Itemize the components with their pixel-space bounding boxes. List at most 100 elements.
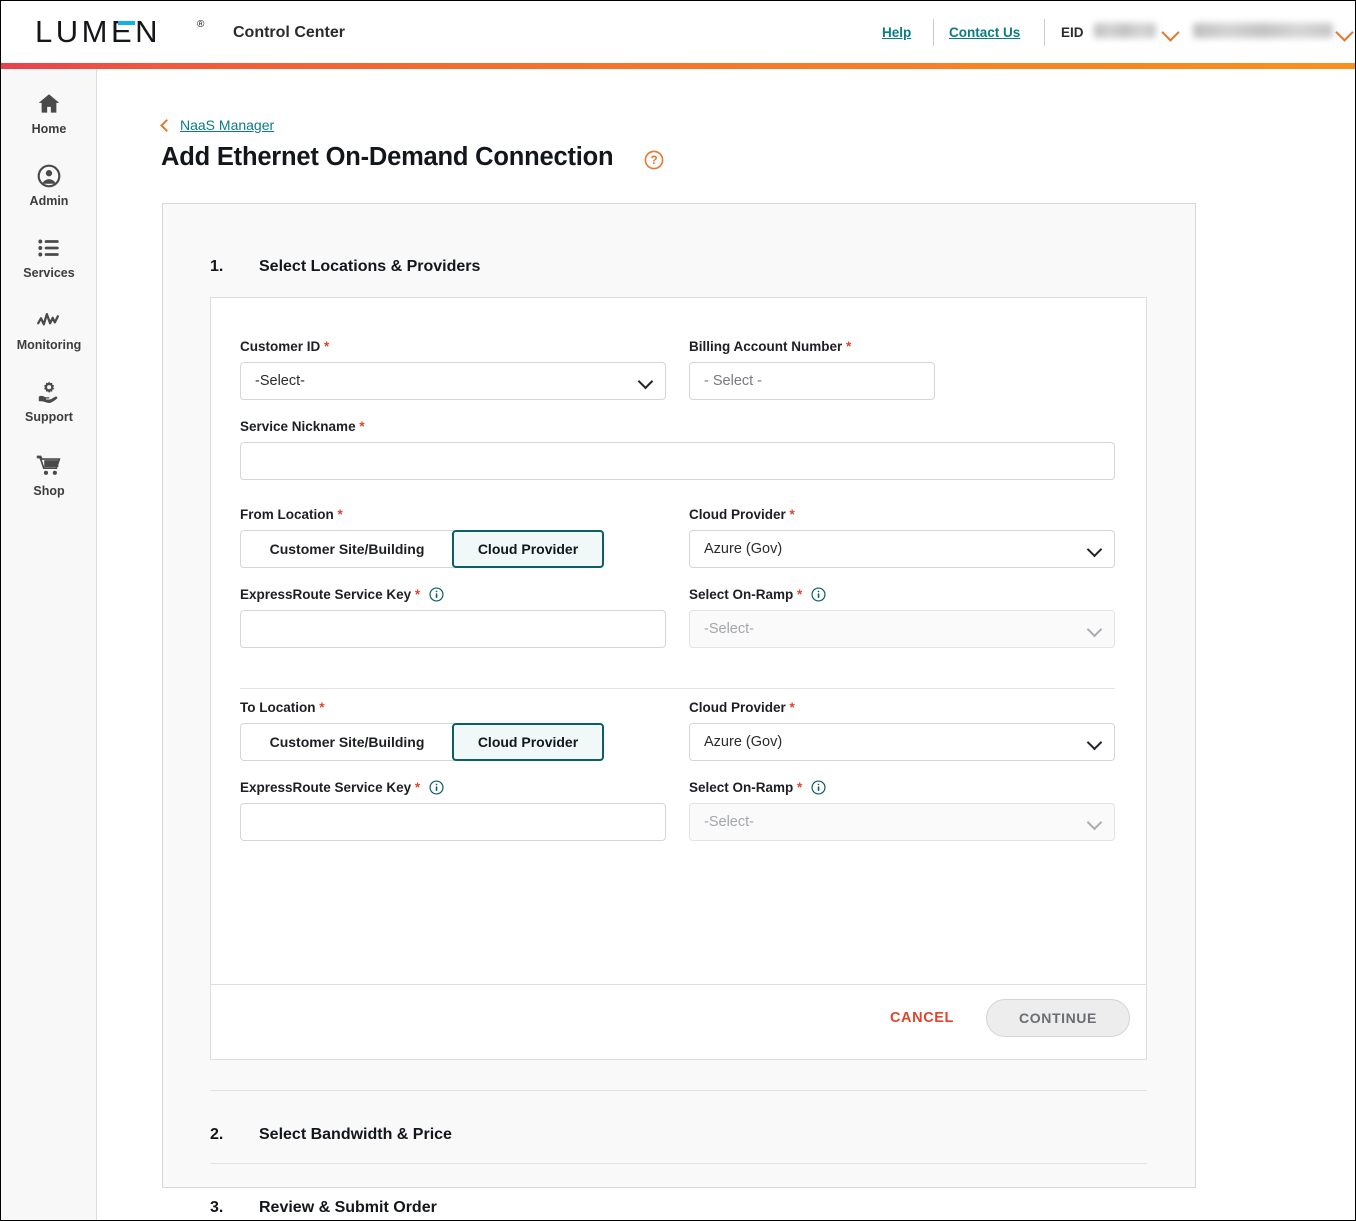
sidebar-item-label: Support [25, 410, 73, 424]
page-title: Add Ethernet On-Demand Connection [161, 143, 614, 171]
to-onramp-value: -Select- [704, 814, 754, 830]
contact-us-link[interactable]: Contact Us [949, 25, 1020, 40]
to-location-customer-site-option[interactable]: Customer Site/Building [240, 723, 454, 761]
info-circle-icon[interactable] [429, 780, 444, 795]
sidebar-nav: Home Admin Services Monitoring Support S… [1, 69, 97, 1220]
lumen-logo-text: LUMEN [35, 14, 162, 49]
chevron-left-icon [160, 118, 173, 132]
to-location-label: To Location * [240, 700, 325, 715]
from-cloud-provider-label: Cloud Provider * [689, 507, 795, 522]
to-service-key-label: ExpressRoute Service Key * [240, 780, 444, 795]
header-divider [1044, 19, 1045, 46]
activity-wave-icon [37, 313, 60, 326]
sidebar-item-label: Admin [29, 194, 69, 208]
from-onramp-select[interactable]: -Select- [689, 610, 1115, 648]
info-circle-icon[interactable] [429, 587, 444, 602]
sidebar-item-monitoring[interactable]: Monitoring [1, 307, 97, 352]
from-location-toggle-group: Customer Site/Building Cloud Provider [240, 530, 604, 568]
chevron-down-icon [1086, 734, 1103, 751]
from-service-key-label: ExpressRoute Service Key * [240, 587, 444, 602]
step-2-number: 2. [210, 1126, 224, 1143]
shopping-cart-icon [36, 455, 61, 475]
step-3-number: 3. [210, 1199, 224, 1216]
required-asterisk: * [797, 587, 803, 602]
step-2-title[interactable]: Select Bandwidth & Price [259, 1126, 452, 1144]
sidebar-item-label: Services [23, 266, 75, 280]
from-onramp-label: Select On-Ramp * [689, 587, 826, 602]
account-name-redacted [1193, 23, 1333, 38]
locations-providers-form: Customer ID * -Select- Billing Account N… [210, 297, 1147, 985]
required-asterisk: * [789, 507, 795, 522]
step-3-title[interactable]: Review & Submit Order [259, 1199, 437, 1217]
chevron-down-icon[interactable] [1335, 23, 1354, 42]
from-service-key-input[interactable] [240, 610, 666, 648]
step-1-number: 1. [210, 258, 224, 275]
from-location-label: From Location * [240, 507, 343, 522]
sidebar-item-services[interactable]: Services [1, 235, 97, 280]
service-nickname-label: Service Nickname * [240, 419, 365, 434]
form-action-bar: CANCEL CONTINUE [210, 985, 1147, 1060]
service-nickname-input[interactable] [240, 442, 1115, 480]
step-divider [210, 1090, 1147, 1091]
continue-button[interactable]: CONTINUE [986, 999, 1130, 1037]
customer-id-select[interactable]: -Select- [240, 362, 666, 400]
billing-account-label: Billing Account Number * [689, 339, 852, 354]
to-onramp-label: Select On-Ramp * [689, 780, 826, 795]
required-asterisk: * [414, 780, 421, 795]
sidebar-item-admin[interactable]: Admin [1, 163, 97, 208]
chevron-down-icon[interactable] [1161, 23, 1180, 42]
chevron-down-icon [1086, 541, 1103, 558]
chevron-down-icon [1086, 621, 1103, 638]
breadcrumb-label: NaaS Manager [180, 117, 275, 133]
eid-label: EID [1061, 25, 1084, 40]
required-asterisk: * [797, 780, 803, 795]
to-cloud-provider-select[interactable]: Azure (Gov) [689, 723, 1115, 761]
from-onramp-value: -Select- [704, 621, 754, 637]
to-cloud-provider-value: Azure (Gov) [704, 734, 783, 750]
sidebar-item-shop[interactable]: Shop [1, 453, 97, 498]
chevron-down-icon [637, 373, 654, 390]
lumen-logo-accent-bar [118, 21, 135, 25]
question-circle-icon[interactable]: ? [644, 150, 664, 170]
to-location-toggle-group: Customer Site/Building Cloud Provider [240, 723, 604, 761]
list-icon [38, 239, 59, 257]
required-asterisk: * [846, 339, 852, 354]
from-location-customer-site-option[interactable]: Customer Site/Building [240, 530, 454, 568]
app-window: LUMEN ® Control Center Help Contact Us E… [0, 0, 1356, 1221]
eid-value-redacted [1094, 23, 1156, 38]
required-asterisk: * [789, 700, 795, 715]
to-location-cloud-provider-option[interactable]: Cloud Provider [452, 723, 604, 761]
required-asterisk: * [319, 700, 325, 715]
help-link[interactable]: Help [882, 25, 911, 40]
info-circle-icon[interactable] [811, 587, 826, 602]
customer-id-value: -Select- [255, 373, 305, 389]
global-header: LUMEN ® Control Center Help Contact Us E… [1, 1, 1355, 63]
account-circle-icon [37, 164, 61, 188]
cancel-button[interactable]: CANCEL [890, 1010, 954, 1026]
required-asterisk: * [359, 419, 365, 434]
info-circle-icon[interactable] [811, 780, 826, 795]
from-cloud-provider-select[interactable]: Azure (Gov) [689, 530, 1115, 568]
from-cloud-provider-value: Azure (Gov) [704, 541, 783, 557]
main-content: NaaS Manager Add Ethernet On-Demand Conn… [98, 69, 1355, 1220]
sidebar-item-support[interactable]: Support [1, 379, 97, 424]
sidebar-item-label: Shop [33, 484, 65, 498]
breadcrumb[interactable]: NaaS Manager [160, 117, 275, 133]
chevron-down-icon [1086, 814, 1103, 831]
billing-account-input[interactable]: - Select - [689, 362, 935, 400]
header-divider [933, 19, 934, 46]
registered-mark: ® [197, 19, 205, 30]
required-asterisk: * [414, 587, 421, 602]
billing-account-placeholder: - Select - [704, 373, 763, 389]
to-onramp-select[interactable]: -Select- [689, 803, 1115, 841]
home-icon [38, 94, 60, 113]
to-cloud-provider-label: Cloud Provider * [689, 700, 795, 715]
svg-text:?: ? [650, 154, 657, 167]
to-service-key-input[interactable] [240, 803, 666, 841]
from-location-cloud-provider-option[interactable]: Cloud Provider [452, 530, 604, 568]
sidebar-item-label: Home [31, 122, 67, 136]
lumen-logo[interactable]: LUMEN ® [35, 14, 204, 49]
sidebar-item-home[interactable]: Home [1, 91, 97, 136]
required-asterisk: * [324, 339, 330, 354]
sidebar-item-label: Monitoring [16, 338, 82, 352]
